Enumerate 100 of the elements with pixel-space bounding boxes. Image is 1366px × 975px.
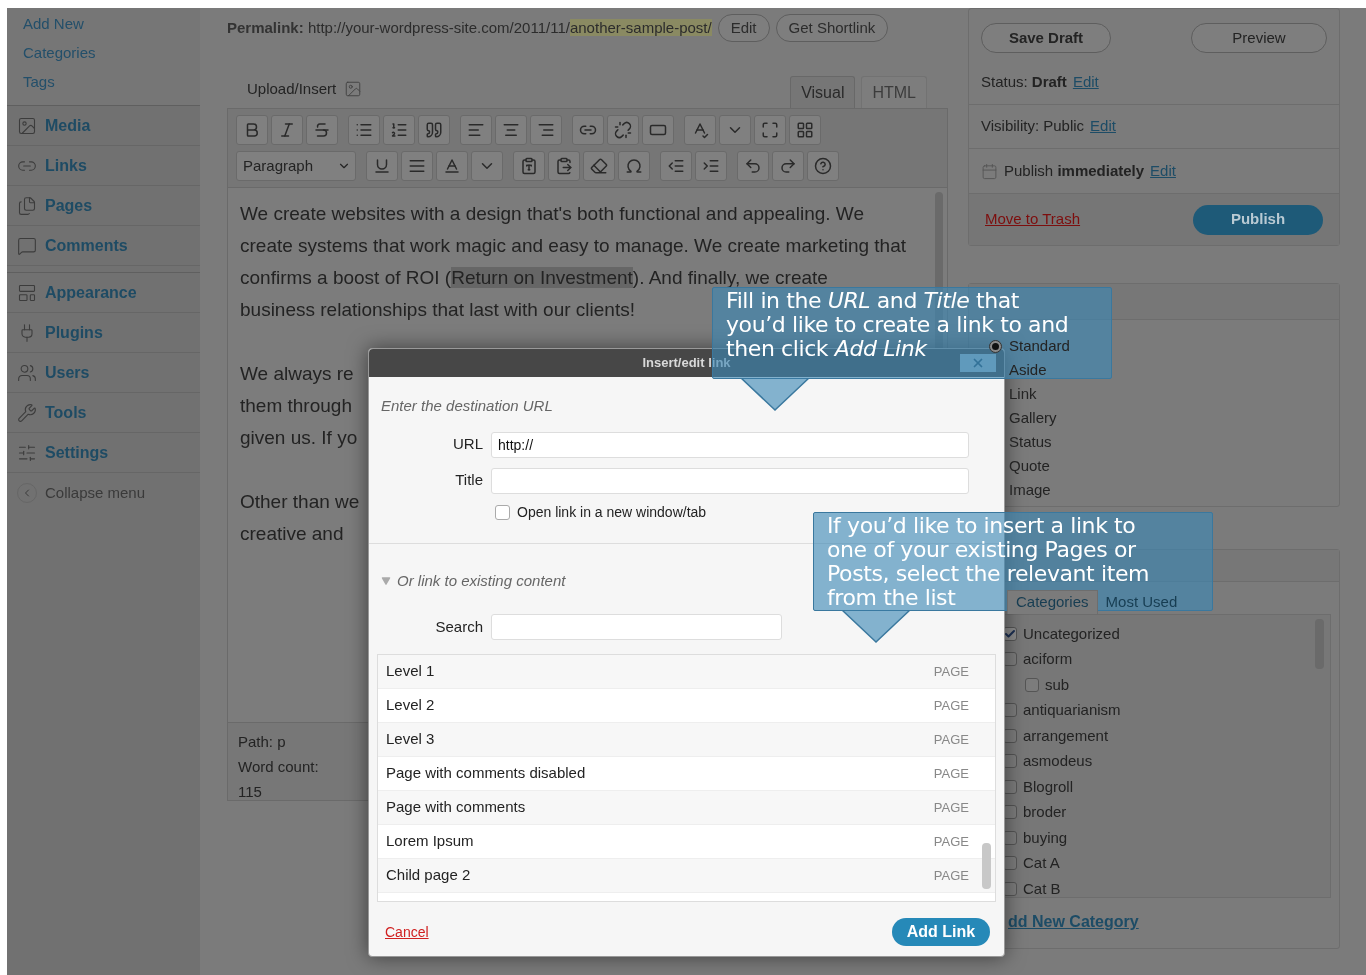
add-link-button[interactable]: Add Link — [892, 918, 990, 946]
submenu-link[interactable]: Add New — [23, 10, 200, 39]
toolbar-button[interactable] — [607, 115, 639, 145]
checkbox[interactable] — [1025, 677, 1039, 692]
toolbar-button[interactable] — [418, 115, 450, 145]
submenu-link[interactable]: Tags — [23, 68, 200, 97]
pill-button[interactable]: Get Shortlink — [775, 14, 889, 42]
toolbar-button[interactable] — [495, 115, 527, 145]
toolbar-button[interactable] — [660, 151, 692, 181]
add-category-link[interactable]: dd New Category — [1008, 913, 1139, 930]
format-option: Link — [1009, 382, 1037, 406]
toolbar-button[interactable] — [807, 151, 839, 181]
toolbar-button[interactable] — [530, 115, 562, 145]
checkbox-label: Open link in a new window/tab — [517, 502, 707, 522]
menu-item[interactable]: Comments — [7, 226, 200, 266]
toolbar-button[interactable] — [306, 115, 338, 145]
section-toggle[interactable]: Or link to existing content — [397, 569, 566, 592]
category-tab[interactable]: Categories — [1007, 590, 1098, 614]
callout-pointer — [740, 378, 810, 412]
menu-item[interactable]: Settings — [7, 433, 200, 473]
toolbar-button[interactable] — [789, 115, 821, 145]
callout-pointer — [841, 610, 911, 644]
word-count-value: 115 — [238, 782, 262, 802]
edit-link[interactable]: Edit — [1150, 159, 1176, 183]
toolbar-button[interactable] — [471, 151, 503, 181]
result-row[interactable]: Level 3 PAGE — [378, 723, 995, 757]
edit-link[interactable]: Edit — [1090, 115, 1116, 138]
toolbar-button[interactable] — [618, 151, 650, 181]
toolbar-button[interactable] — [572, 115, 604, 145]
toolbar-button[interactable] — [548, 151, 580, 181]
toolbar-button[interactable] — [583, 151, 615, 181]
result-title: Level 2 — [386, 695, 435, 716]
result-row[interactable]: Page with comments PAGE — [378, 791, 995, 825]
toolbar-button[interactable] — [684, 115, 716, 145]
toolbar-button[interactable] — [719, 115, 751, 145]
cancel-link[interactable]: Cancel — [385, 921, 429, 943]
unlink-icon — [614, 121, 632, 139]
indent-icon — [702, 157, 720, 175]
radio-button[interactable] — [989, 339, 1002, 353]
toolbar-button[interactable] — [401, 151, 433, 181]
pill-button[interactable]: Save Draft — [981, 23, 1111, 53]
trash-link[interactable]: Move to Trash — [985, 208, 1081, 231]
menu-item[interactable]: Plugins — [7, 313, 200, 353]
url-field[interactable]: http:// — [491, 431, 969, 458]
format-option: Gallery — [1009, 406, 1057, 430]
pill-button[interactable]: Edit — [717, 14, 770, 42]
menu-item[interactable]: Tools — [7, 393, 200, 433]
quote-icon — [425, 121, 443, 139]
omega-icon — [625, 157, 643, 175]
editor-tab[interactable]: Visual — [790, 76, 856, 108]
result-title: Level 3 — [386, 729, 435, 750]
format-dropdown[interactable]: Paragraph — [236, 151, 356, 181]
toolbar-button[interactable] — [737, 151, 769, 181]
menu-item[interactable]: Pages — [7, 186, 200, 226]
category-label: buying — [1023, 827, 1068, 848]
format-option: Quote — [1009, 454, 1050, 478]
toolbar-button[interactable] — [513, 151, 545, 181]
menu-item[interactable]: Media — [7, 106, 200, 146]
toolbar-button[interactable] — [642, 115, 674, 145]
editor-tab[interactable]: HTML — [861, 76, 927, 108]
result-title: Level 1 — [386, 661, 435, 682]
title-field[interactable] — [491, 467, 969, 494]
callout-text: from the list — [827, 586, 956, 610]
toolbar-button[interactable] — [271, 115, 303, 145]
toolbar-button[interactable] — [348, 115, 380, 145]
toolbar-button[interactable] — [460, 115, 492, 145]
menu-item[interactable]: Links — [7, 146, 200, 186]
publish-button[interactable]: Publish — [1193, 204, 1323, 235]
category-tab[interactable]: Most Used — [1097, 590, 1186, 614]
pill-button[interactable]: Preview — [1191, 23, 1327, 53]
text-color-icon — [443, 157, 461, 175]
submenu-link[interactable]: Categories — [23, 39, 200, 68]
toolbar-button[interactable] — [754, 115, 786, 145]
toolbar-button[interactable] — [695, 151, 727, 181]
disclosure-triangle-icon[interactable] — [381, 575, 391, 586]
format-option: Aside — [1009, 358, 1047, 382]
edit-link[interactable]: Edit — [1072, 71, 1099, 94]
media-icon[interactable] — [344, 79, 363, 98]
search-field[interactable] — [491, 614, 782, 640]
result-title: Page with comments disabled — [386, 763, 586, 784]
toolbar-button[interactable] — [772, 151, 804, 181]
toolbar-button[interactable] — [436, 151, 468, 181]
toolbar-button[interactable] — [236, 115, 268, 145]
layout-icon — [17, 282, 37, 303]
result-row[interactable]: Child page 2 PAGE — [378, 859, 995, 893]
checkbox[interactable] — [495, 504, 510, 520]
paste-word-icon — [555, 157, 573, 175]
toolbar-button[interactable] — [366, 151, 398, 181]
toolbar-button[interactable] — [383, 115, 415, 145]
calendar-icon — [981, 162, 998, 180]
field-label: Title — [454, 470, 483, 491]
result-row[interactable]: Level 1 PAGE — [378, 655, 995, 689]
category-label: antiquarianism — [1023, 700, 1121, 720]
menu-item[interactable]: Users — [7, 353, 200, 393]
path-text: Path: p — [238, 732, 286, 752]
category-label: aciform — [1023, 649, 1073, 669]
menu-item[interactable]: Appearance — [7, 273, 200, 313]
status-text: Visibility: Public — [981, 116, 1085, 137]
scrollbar-thumb[interactable] — [982, 843, 991, 889]
bullet-list-icon — [355, 121, 373, 139]
